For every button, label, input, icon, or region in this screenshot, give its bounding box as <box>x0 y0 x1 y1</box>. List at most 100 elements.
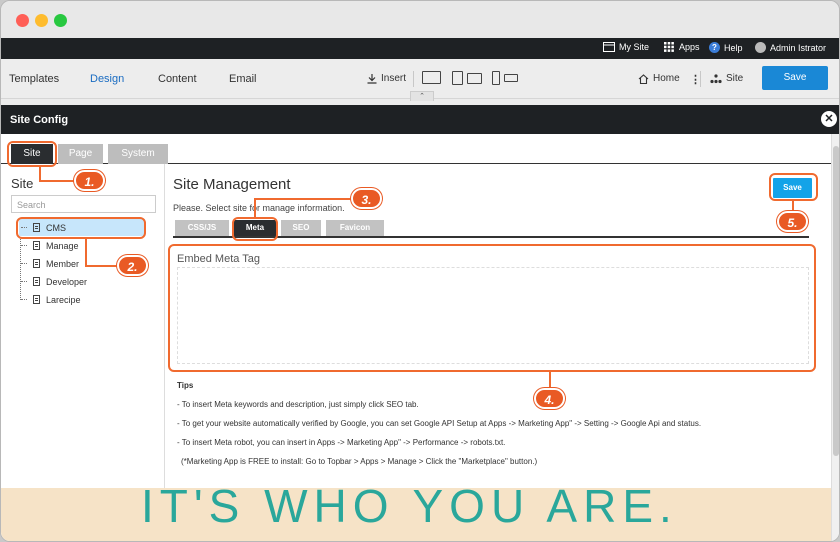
home-link[interactable]: Home <box>638 73 680 84</box>
site-label: Site <box>726 73 744 84</box>
my-site-label: My Site <box>619 42 650 52</box>
site-sidebar: Site Search CMS Manage Member Developer … <box>1 164 165 514</box>
document-icon <box>33 295 40 304</box>
callout-4: 4. <box>534 388 565 409</box>
callout-5: 5. <box>777 211 808 232</box>
callout-line <box>549 372 551 388</box>
browser-icon <box>603 42 615 52</box>
document-icon <box>33 223 40 232</box>
tab-page[interactable]: Page <box>58 144 103 164</box>
avatar <box>755 42 766 53</box>
mobile-view-icon[interactable] <box>492 71 500 85</box>
tree-branch <box>21 281 27 282</box>
maximize-window-button[interactable] <box>54 14 67 27</box>
tab-meta[interactable]: Meta <box>234 220 276 236</box>
tip-line: - To insert Meta keywords and descriptio… <box>177 400 419 409</box>
modal-title: Site Config <box>10 114 69 126</box>
callout-line <box>792 201 794 211</box>
meta-tag-textarea[interactable] <box>177 267 809 364</box>
help-icon: ? <box>709 42 720 53</box>
my-site-link[interactable]: My Site <box>603 42 649 52</box>
document-icon <box>33 241 40 250</box>
sidebar-item-larecipe[interactable]: Larecipe <box>19 291 145 308</box>
tab-site[interactable]: Site <box>11 144 53 164</box>
tab-templates[interactable]: Templates <box>9 73 59 85</box>
callout-2: 2. <box>117 255 148 276</box>
tab-content[interactable]: Content <box>158 73 197 85</box>
callout-line <box>39 167 41 181</box>
tab-design[interactable]: Design <box>90 73 124 85</box>
document-icon <box>33 277 40 286</box>
tip-line: - To insert Meta robot, you can insert i… <box>177 438 506 447</box>
apps-link[interactable]: Apps <box>663 42 700 52</box>
sitemap-icon <box>710 73 722 83</box>
insert-label: Insert <box>381 73 407 84</box>
tab-favicon[interactable]: Favicon <box>326 220 384 236</box>
tablet-landscape-view-icon[interactable] <box>467 73 482 84</box>
minimize-window-button[interactable] <box>35 14 48 27</box>
search-input[interactable]: Search <box>11 195 156 213</box>
callout-3: 3. <box>351 188 382 209</box>
tab-css-js[interactable]: CSS/JS <box>175 220 229 236</box>
modal-tabs: Site Page System <box>1 134 831 164</box>
desktop-view-icon[interactable] <box>422 71 441 84</box>
app-window: My Site Apps ? Help Admin Istrator Templ… <box>0 0 840 542</box>
window-titlebar <box>1 1 839 38</box>
sidebar-item-cms[interactable]: CMS <box>19 219 145 236</box>
callout-line <box>254 198 256 217</box>
tips-section: Tips - To insert Meta keywords and descr… <box>177 381 701 476</box>
top-bar: My Site Apps ? Help Admin Istrator <box>1 38 839 59</box>
tab-email[interactable]: Email <box>229 73 257 85</box>
callout-1: 1. <box>74 170 105 191</box>
collapse-toolbar-button[interactable]: ⌃ <box>410 91 434 101</box>
callout-line <box>39 180 75 182</box>
help-label: Help <box>724 42 743 53</box>
download-icon <box>367 73 377 84</box>
callout-line <box>85 239 87 266</box>
help-link[interactable]: ? Help <box>709 42 743 53</box>
content-tabs: CSS/JS Meta SEO Favicon <box>173 220 809 238</box>
document-icon <box>33 259 40 268</box>
page-subtitle: Please. Select site for manage informati… <box>173 203 345 213</box>
home-label: Home <box>653 73 680 84</box>
divider <box>700 71 701 87</box>
tip-line: - To get your website automatically veri… <box>177 419 702 428</box>
tree-branch <box>21 227 27 228</box>
tree-branch <box>21 299 27 300</box>
sidebar-item-label: Developer <box>46 276 88 287</box>
tree-branch <box>21 263 27 264</box>
meta-tag-label: Embed Meta Tag <box>177 253 260 265</box>
apps-label: Apps <box>679 42 700 52</box>
sidebar-item-label: Manage <box>46 240 79 251</box>
close-icon[interactable]: ✕ <box>821 111 837 127</box>
page-title: Site Management <box>173 176 291 193</box>
mobile-landscape-view-icon[interactable] <box>504 74 518 82</box>
close-window-button[interactable] <box>16 14 29 27</box>
tablet-view-icon[interactable] <box>452 71 463 85</box>
callout-line <box>254 198 352 200</box>
tab-system[interactable]: System <box>108 144 168 164</box>
scrollbar-thumb[interactable] <box>833 146 839 456</box>
save-button[interactable]: Save <box>773 178 812 198</box>
sidebar-item-label: Member <box>46 258 80 269</box>
tip-line: (*Marketing App is FREE to install: Go t… <box>181 457 538 466</box>
home-icon <box>638 73 649 84</box>
background-headline: IT'S WHO YOU ARE. <box>141 480 678 532</box>
site-link[interactable]: Site <box>710 73 743 84</box>
grid-icon <box>664 42 674 52</box>
user-menu[interactable]: Admin Istrator <box>755 42 826 53</box>
tab-seo[interactable]: SEO <box>281 220 321 236</box>
tree-branch <box>21 245 27 246</box>
sidebar-item-manage[interactable]: Manage <box>19 237 145 254</box>
modal-header: Site Config ✕ <box>1 105 839 134</box>
sidebar-item-label: CMS <box>46 222 66 233</box>
callout-line <box>85 265 119 267</box>
divider <box>413 71 414 87</box>
tips-title: Tips <box>177 381 194 390</box>
site-management-panel: Site Management Please. Select site for … <box>165 164 831 514</box>
sidebar-title: Site <box>11 176 34 191</box>
insert-button[interactable]: Insert <box>367 73 406 84</box>
sidebar-item-label: Larecipe <box>46 294 81 305</box>
toolbar-save-button[interactable]: Save <box>762 66 828 90</box>
user-name: Admin Istrator <box>770 42 827 53</box>
